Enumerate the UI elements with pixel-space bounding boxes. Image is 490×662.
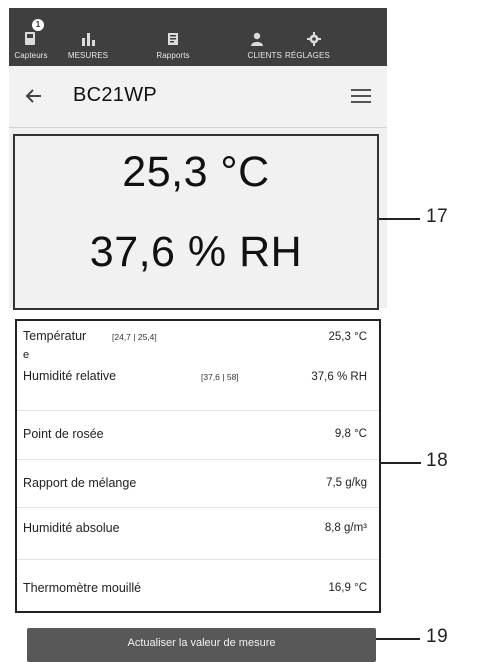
nav-item-clients[interactable]: CLIENTS: [223, 8, 285, 66]
row-range: [24,7 | 25,4]: [112, 332, 157, 342]
sensor-icon: [25, 32, 35, 45]
callout-line-17: [379, 218, 420, 220]
hamburger-menu-icon[interactable]: [351, 89, 371, 103]
user-icon: [251, 32, 263, 46]
table-row: Point de rosée 9,8 °C: [17, 411, 379, 460]
table-row: Rapport de mélange 7,5 g/kg: [17, 460, 379, 508]
bar-chart-icon: [82, 33, 95, 46]
refresh-measurement-button[interactable]: Actualiser la valeur de mesure: [27, 628, 376, 662]
table-row: Humidité absolue 8,8 g/m³: [17, 508, 379, 560]
top-navigation-bar: 1 Capteurs MESURES Rapports CLIENTS RÉGL…: [9, 8, 387, 66]
nav-item-rapports[interactable]: Rapports: [123, 8, 223, 66]
device-title: BC21WP: [73, 84, 158, 106]
nav-label-clients: CLIENTS: [247, 51, 282, 60]
table-row: Températur [24,7 | 25,4] 25,3 °C e: [17, 321, 379, 365]
humidity-readout: 37,6 % RH: [89, 228, 303, 276]
table-row: Humidité relative [37,6 | 58] 37,6 % RH: [17, 365, 379, 411]
row-range: [37,6 | 58]: [201, 372, 239, 382]
nav-label-capteurs: Capteurs: [14, 51, 48, 60]
row-label: Rapport de mélange: [23, 476, 137, 490]
row-value: 25,3 °C: [328, 331, 367, 343]
row-value: 37,6 % RH: [311, 371, 367, 383]
notification-badge: 1: [32, 19, 44, 31]
row-value: 8,8 g/m³: [324, 522, 367, 534]
nav-label-reglages: RÉGLAGES: [285, 51, 330, 60]
table-row: Thermomètre mouillé 16,9 °C: [17, 560, 379, 611]
report-icon: [168, 33, 178, 45]
gear-icon: [307, 32, 321, 46]
app-header: BC21WP: [9, 66, 387, 128]
callout-line-19: [376, 638, 420, 640]
row-label: Humidité relative: [23, 369, 117, 383]
nav-item-capteurs[interactable]: 1 Capteurs: [9, 8, 53, 66]
callout-line-18: [381, 462, 421, 464]
phone-screen: 1 Capteurs MESURES Rapports CLIENTS RÉGL…: [9, 8, 387, 662]
nav-label-rapports: Rapports: [156, 51, 190, 60]
row-value: 9,8 °C: [334, 428, 367, 440]
callout-19: 19: [426, 626, 449, 647]
row-label-wrap: e: [23, 349, 30, 361]
callout-17: 17: [426, 206, 449, 227]
row-label: Point de rosée: [23, 427, 104, 441]
callout-18: 18: [426, 450, 449, 471]
row-value: 16,9 °C: [328, 582, 367, 594]
row-label: Thermomètre mouillé: [23, 581, 142, 595]
row-label: Températur: [23, 329, 87, 343]
nav-item-mesures[interactable]: MESURES: [53, 8, 123, 66]
live-value-display: 25,3 °C 37,6 % RH: [13, 134, 379, 310]
temperature-readout: 25,3 °C: [122, 148, 270, 196]
row-value: 7,5 g/kg: [326, 477, 367, 489]
row-label: Humidité absolue: [23, 521, 120, 535]
measurements-table: Températur [24,7 | 25,4] 25,3 °C e Humid…: [15, 319, 381, 613]
nav-item-reglages[interactable]: RÉGLAGES: [285, 8, 347, 66]
arrow-left-icon[interactable]: [23, 85, 45, 107]
nav-label-mesures: MESURES: [67, 51, 109, 60]
